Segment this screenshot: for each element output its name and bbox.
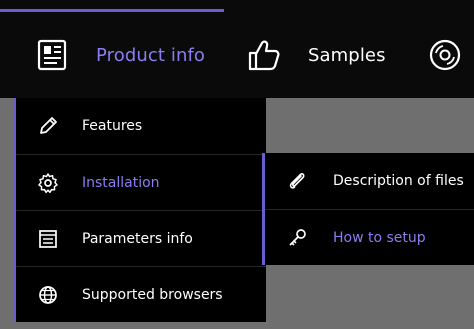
globe-icon [28, 284, 68, 306]
menu-item-parameters-info[interactable]: Parameters info [16, 210, 266, 266]
menu-item-label: Features [82, 117, 143, 134]
menu-item-supported-browsers[interactable]: Supported browsers [16, 266, 266, 322]
nav-item-product-info[interactable]: Product info [32, 12, 205, 98]
submenu-item-label: Description of files [333, 173, 464, 189]
paperclip-icon [277, 170, 317, 192]
nav-item-disc[interactable] [425, 12, 465, 98]
product-info-dropdown: Features Installation Parameters info Su… [13, 98, 266, 322]
submenu-item-label: How to setup [333, 230, 426, 246]
installation-submenu: Description of files How to setup [262, 153, 474, 265]
nav-item-label: Samples [308, 44, 386, 66]
key-icon [277, 227, 317, 249]
menu-item-label: Parameters info [82, 230, 193, 247]
menu-item-features[interactable]: Features [16, 98, 266, 153]
nav-item-samples[interactable]: Samples [244, 12, 386, 98]
pencil-icon [28, 115, 68, 137]
list-icon [28, 228, 68, 250]
menu-item-label: Supported browsers [82, 286, 223, 303]
nav-item-label: Product info [96, 44, 206, 66]
document-icon [32, 35, 72, 75]
gear-icon [28, 172, 68, 194]
thumbs-up-icon [244, 35, 284, 75]
submenu-item-how-to-setup[interactable]: How to setup [265, 209, 474, 266]
top-navigation-bar: Product info Samples [0, 0, 474, 98]
menu-item-installation[interactable]: Installation [16, 154, 266, 210]
disc-icon [425, 35, 465, 75]
menu-item-label: Installation [82, 174, 160, 191]
submenu-item-description-of-files[interactable]: Description of files [265, 153, 474, 209]
